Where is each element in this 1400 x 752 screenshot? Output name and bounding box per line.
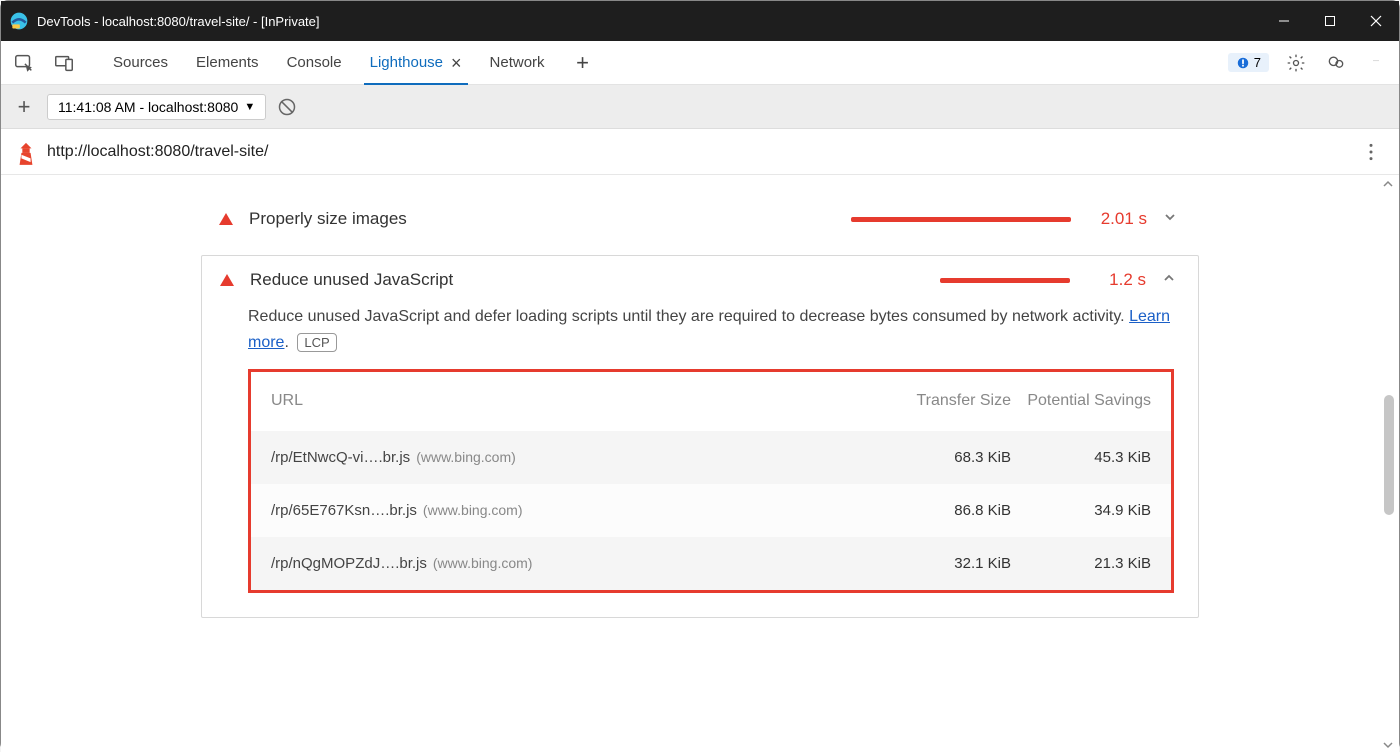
scroll-up-icon[interactable] (1382, 177, 1394, 189)
cell-transfer: 68.3 KiB (881, 449, 1011, 466)
cell-savings: 21.3 KiB (1011, 555, 1151, 572)
audit-description: Reduce unused JavaScript and defer loadi… (248, 304, 1174, 355)
window-minimize-button[interactable] (1261, 1, 1307, 41)
table-header-row: URL Transfer Size Potential Savings (251, 372, 1171, 430)
device-toggle-icon[interactable] (51, 50, 77, 76)
scroll-down-icon[interactable] (1382, 738, 1394, 750)
lighthouse-icon (15, 141, 37, 163)
devtools-top-bar: Sources Elements Console Lighthouse × Ne… (1, 41, 1399, 85)
caret-down-icon: ▼ (244, 101, 255, 113)
settings-icon[interactable] (1283, 50, 1309, 76)
audit-time: 2.01 s (1087, 209, 1147, 229)
col-header-url: URL (271, 390, 881, 412)
new-report-button[interactable]: + (11, 94, 37, 120)
report-header: http://localhost:8080/travel-site/ (1, 129, 1399, 175)
report-selector-label: 11:41:08 AM - localhost:8080 (58, 99, 238, 115)
window-close-button[interactable] (1353, 1, 1399, 41)
report-url: http://localhost:8080/travel-site/ (47, 143, 1357, 161)
chevron-down-icon[interactable] (1163, 210, 1181, 229)
feedback-icon[interactable] (1323, 50, 1349, 76)
audit-item: Properly size images 2.01 s (201, 195, 1199, 243)
lcp-badge: LCP (297, 333, 336, 352)
tab-network[interactable]: Network (476, 41, 559, 85)
tab-sources[interactable]: Sources (99, 41, 182, 85)
clear-report-button[interactable] (276, 96, 298, 118)
scrollbar-track[interactable] (1381, 175, 1397, 752)
inspect-element-icon[interactable] (11, 50, 37, 76)
close-icon[interactable]: × (451, 54, 462, 72)
window-title-bar: DevTools - localhost:8080/travel-site/ -… (1, 1, 1399, 41)
audit-item-expanded: Reduce unused JavaScript 1.2 s Reduce un… (201, 255, 1199, 618)
period: . (284, 334, 288, 351)
col-header-transfer: Transfer Size (881, 390, 1011, 412)
audit-impact-bar (851, 217, 1071, 222)
cell-savings: 45.3 KiB (1011, 449, 1151, 466)
cell-transfer: 86.8 KiB (881, 502, 1011, 519)
add-tab-button[interactable]: + (569, 49, 597, 77)
devtools-tabs: Sources Elements Console Lighthouse × Ne… (99, 41, 559, 85)
report-menu-icon[interactable] (1357, 138, 1385, 166)
app-icon (9, 11, 29, 31)
more-menu-icon[interactable] (1363, 50, 1389, 76)
audit-header[interactable]: Reduce unused JavaScript 1.2 s (202, 256, 1198, 304)
audit-time: 1.2 s (1086, 270, 1146, 290)
audit-impact-bar (940, 278, 1070, 283)
tab-elements[interactable]: Elements (182, 41, 273, 85)
lighthouse-toolbar: + 11:41:08 AM - localhost:8080 ▼ (1, 85, 1399, 129)
audit-title: Reduce unused JavaScript (250, 270, 924, 290)
opportunity-table: URL Transfer Size Potential Savings /rp/… (248, 369, 1174, 592)
fail-triangle-icon (219, 213, 233, 225)
report-selector[interactable]: 11:41:08 AM - localhost:8080 ▼ (47, 94, 266, 120)
window-maximize-button[interactable] (1307, 1, 1353, 41)
issues-icon (1236, 56, 1250, 70)
tab-console[interactable]: Console (273, 41, 356, 85)
cell-savings: 34.9 KiB (1011, 502, 1151, 519)
issues-badge[interactable]: 7 (1228, 53, 1269, 72)
report-body: Properly size images 2.01 s Reduce unuse… (1, 175, 1399, 752)
col-header-savings: Potential Savings (1011, 390, 1151, 412)
cell-url[interactable]: /rp/EtNwcQ-vi….br.js(www.bing.com) (271, 449, 881, 466)
scrollbar-thumb[interactable] (1384, 395, 1394, 515)
audit-title: Properly size images (249, 209, 835, 229)
cell-transfer: 32.1 KiB (881, 555, 1011, 572)
table-row: /rp/nQgMOPZdJ….br.js(www.bing.com) 32.1 … (251, 537, 1171, 590)
tab-lighthouse[interactable]: Lighthouse × (356, 41, 476, 85)
audit-details: Reduce unused JavaScript and defer loadi… (202, 304, 1198, 617)
table-row: /rp/EtNwcQ-vi….br.js(www.bing.com) 68.3 … (251, 431, 1171, 484)
chevron-up-icon[interactable] (1162, 271, 1180, 290)
audit-header[interactable]: Properly size images 2.01 s (201, 195, 1199, 243)
window-title: DevTools - localhost:8080/travel-site/ -… (37, 14, 1261, 29)
table-row: /rp/65E767Ksn….br.js(www.bing.com) 86.8 … (251, 484, 1171, 537)
cell-url[interactable]: /rp/nQgMOPZdJ….br.js(www.bing.com) (271, 555, 881, 572)
cell-url[interactable]: /rp/65E767Ksn….br.js(www.bing.com) (271, 502, 881, 519)
issues-count: 7 (1254, 55, 1261, 70)
fail-triangle-icon (220, 274, 234, 286)
